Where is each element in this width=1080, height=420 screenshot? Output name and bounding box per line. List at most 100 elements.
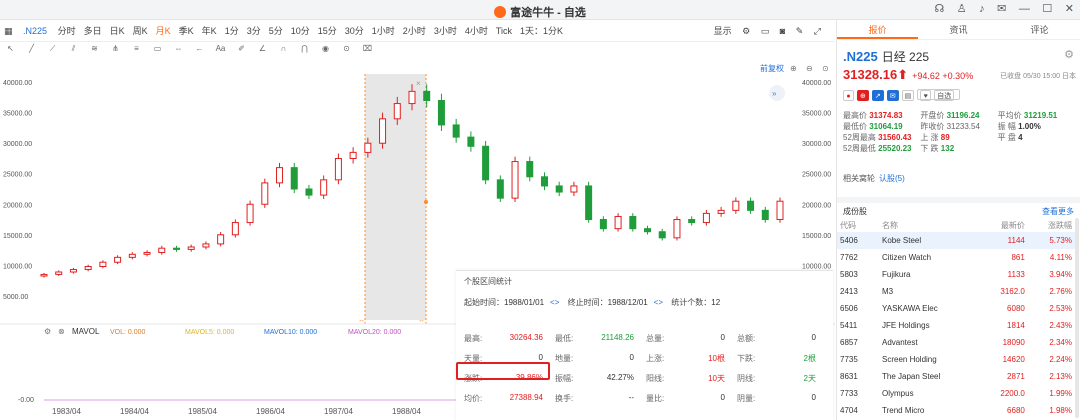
period-tab[interactable]: 多日 (80, 20, 106, 41)
period-tab[interactable]: 分时 (54, 20, 80, 41)
table-row[interactable]: 6506 YASKAWA Elec 6080 2.53% (837, 300, 1075, 317)
table-row[interactable]: 2413 M3 3162.0 2.76% (837, 283, 1075, 300)
period-tab[interactable]: 10分 (287, 20, 314, 41)
quote-tab[interactable]: 报价 (837, 20, 918, 39)
table-row[interactable]: 5803 Fujikura 1133 3.94% (837, 266, 1075, 283)
candle-body[interactable] (364, 142, 372, 153)
table-row[interactable]: 6857 Advantest 18090 2.34% (837, 334, 1075, 351)
mail-icon[interactable]: ✉ (997, 2, 1006, 15)
candle-body[interactable] (702, 212, 710, 224)
headset-icon[interactable]: ☊ (934, 2, 944, 15)
candle-body[interactable] (290, 167, 298, 190)
candle-body[interactable] (99, 261, 107, 268)
candle-body[interactable] (84, 266, 92, 271)
candle-body[interactable] (143, 251, 151, 255)
candle-body[interactable] (114, 256, 122, 263)
grid-icon[interactable]: ▦ (0, 20, 17, 41)
candle-body[interactable] (334, 157, 342, 181)
lock-icon[interactable]: ⊙ (336, 42, 357, 56)
period-tab[interactable]: Tick (492, 20, 516, 41)
candle-body[interactable] (570, 185, 578, 193)
candle-body[interactable] (55, 271, 63, 275)
candle-body[interactable] (423, 90, 431, 102)
candle-body[interactable] (231, 222, 239, 236)
zoom-reset-icon[interactable]: ⊙ (822, 64, 829, 73)
table-row[interactable]: 5411 JFE Holdings 1814 2.43% (837, 317, 1075, 334)
range-end-marker[interactable]: ↔ (418, 317, 425, 324)
symbol-label[interactable]: .N225 (19, 20, 51, 41)
candle-body[interactable] (202, 243, 210, 248)
period-tab[interactable]: 1天：1分K (516, 20, 567, 41)
period-tab[interactable]: 3分 (243, 20, 265, 41)
quote-tab[interactable]: 评论 (999, 20, 1080, 39)
candle-body[interactable] (658, 231, 666, 239)
candle-body[interactable] (555, 185, 563, 193)
candle-body[interactable] (614, 215, 622, 230)
brush-icon[interactable]: ✐ (231, 42, 252, 56)
column-header[interactable]: 最新价 (980, 218, 1028, 232)
angle-icon[interactable]: ∠ (252, 42, 273, 56)
candle-body[interactable] (540, 176, 548, 187)
candle-body[interactable] (776, 200, 784, 221)
period-tab[interactable]: 年K (198, 20, 221, 41)
quote-tab[interactable]: 资讯 (918, 20, 999, 39)
candle-body[interactable] (732, 200, 740, 211)
period-tab[interactable]: 1分 (221, 20, 243, 41)
candle-body[interactable] (349, 151, 357, 159)
measure-icon[interactable]: ⇔ (168, 42, 189, 56)
table-row[interactable]: 7735 Screen Holding 14620 2.24% (837, 351, 1075, 368)
camera-icon[interactable]: ◙ (776, 20, 789, 41)
bell-icon[interactable]: ♪ (979, 3, 985, 15)
candle-body[interactable] (688, 219, 696, 224)
candle-body[interactable] (408, 90, 416, 105)
range-start-marker[interactable]: ↔ (358, 317, 365, 324)
period-tab[interactable]: 15分 (314, 20, 341, 41)
column-header[interactable]: 涨跌幅 (1028, 218, 1075, 232)
column-header[interactable]: 名称 (879, 218, 980, 232)
chart-badge-icon[interactable]: ⊕ (857, 90, 869, 101)
arrow-tool-icon[interactable]: ← (189, 42, 210, 56)
zoom-out-icon[interactable]: ⊖ (806, 64, 813, 73)
table-row[interactable]: 7733 Olympus 2200.0 1.99% (837, 385, 1075, 402)
expand-icon[interactable]: ⤢ (810, 20, 825, 41)
candle-body[interactable] (585, 185, 593, 221)
candle-body[interactable] (673, 219, 681, 239)
candle-body[interactable] (276, 167, 284, 184)
table-row[interactable]: 4704 Trend Micro 6680 1.98% (837, 402, 1075, 419)
message-badge-icon[interactable]: ✉ (886, 90, 899, 101)
edit-icon[interactable]: ✎ (792, 20, 808, 41)
share-badge-icon[interactable]: ↗ (871, 90, 884, 101)
candle-body[interactable] (128, 253, 136, 258)
end-adjust-icon[interactable]: <> (654, 298, 663, 307)
candle-body[interactable] (379, 118, 387, 144)
candle-body[interactable] (172, 247, 180, 250)
eye-icon[interactable]: ◉ (315, 42, 336, 56)
candle-body[interactable] (629, 215, 637, 230)
start-adjust-icon[interactable]: <> (550, 298, 559, 307)
ray-tool-icon[interactable]: ⟋ (42, 42, 63, 56)
candle-body[interactable] (482, 145, 490, 181)
candle-body[interactable] (217, 234, 225, 245)
candle-body[interactable] (437, 100, 445, 126)
candle-body[interactable] (467, 136, 475, 147)
column-header[interactable]: 代码 (837, 218, 879, 232)
text-tool-icon[interactable]: Aa (210, 42, 231, 56)
candle-body[interactable] (526, 161, 534, 178)
arc-icon[interactable]: ∩ (273, 42, 294, 56)
candle-body[interactable] (599, 219, 607, 230)
magnet-icon[interactable]: ⋂ (294, 42, 315, 56)
candle-body[interactable] (158, 247, 166, 253)
candle-body[interactable] (40, 273, 48, 277)
period-tab[interactable]: 5分 (265, 20, 287, 41)
period-tab[interactable]: 30分 (341, 20, 368, 41)
rect-tool-icon[interactable]: ▭ (147, 42, 168, 56)
cursor-icon[interactable]: ↖ (0, 42, 21, 56)
parallel-tool-icon[interactable]: ⫽ (63, 42, 84, 56)
adjust-mode[interactable]: 前复权 (760, 63, 784, 73)
maximize-icon[interactable]: ☐ (1042, 2, 1052, 15)
period-tab[interactable]: 季K (175, 20, 198, 41)
watch-button[interactable]: ♥ 自选 (917, 89, 961, 101)
candle-body[interactable] (511, 161, 519, 199)
period-tab[interactable]: 日K (106, 20, 129, 41)
candle-body[interactable] (305, 188, 313, 196)
